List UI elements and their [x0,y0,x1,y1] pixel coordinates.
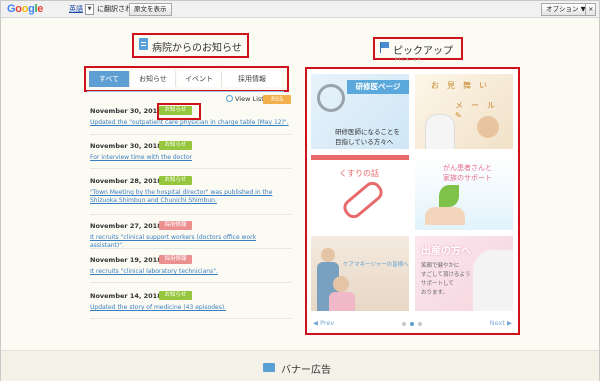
next-button[interactable]: Next ▶ [490,319,512,327]
elder-figure [329,292,355,311]
category-badge: お知らせ [159,291,192,300]
divider [90,214,292,215]
news-link[interactable]: Updated the story of medicine (43 episod… [90,304,290,312]
leaf-icon [439,185,459,207]
hand-figure [425,207,465,225]
divider [90,248,292,249]
category-badge: 採用情報 [159,221,192,230]
pager-dot[interactable] [418,322,422,326]
tab-recruitment[interactable]: 採用情報 [223,71,281,87]
pickup-title: ピックアップ [393,46,453,57]
circle-icon [226,95,233,102]
google-logo: Google [7,3,44,15]
badge-highlight [157,103,201,120]
options-button[interactable]: オプション ▼ [541,3,591,16]
visit-mail-card[interactable]: お見舞い メール✎ [415,74,513,149]
news-date: November 14, 2018 [90,292,162,300]
banner-icon [263,363,275,372]
news-section-header: 病院からのお知らせ [132,33,249,58]
category-badge: 採用情報 [159,255,192,264]
elder-head [333,276,349,292]
pager-dot[interactable] [402,322,406,326]
resident-page-card[interactable]: 研修医ページ 研修医師になることを 目指している方々へ [311,74,409,149]
tab-all[interactable]: すべて [89,71,130,87]
banner-ad-section: バナー広告 [1,350,599,381]
document-icon [139,38,148,50]
pregnant-figure [473,250,513,311]
news-date: November 30, 2018 [90,107,162,115]
tab-underline [87,91,284,92]
divider [90,282,292,283]
capsule-icon [339,178,387,222]
birth-title: 出産の方へ [421,246,471,257]
news-tabs: すべて お知らせ イベント 採用情報 [84,66,289,92]
pickup-pager: ◀ Prev Next ▶ [307,316,518,331]
cancer-text: がん患者さんと 家族のサポート [443,164,492,182]
news-date: November 19, 2018 [90,256,162,264]
translate-bar: Google 英語 ▼ に翻訳されました 原文を表示 オプション ▼ × [1,1,599,18]
news-link[interactable]: It recruits "clinical laboratory technic… [90,268,290,276]
medicine-story-card[interactable]: くすりの話 [311,155,409,235]
news-section-title: 病院からのお知らせ [152,43,242,54]
news-date: November 27, 2018 [90,222,162,230]
birth-card[interactable]: 出産の方へ 笑顔で健やかに すごして頂けるよう サポートして おります。 [415,236,513,311]
news-date: November 30, 2018 [90,142,162,150]
close-translate-button[interactable]: × [585,3,597,16]
divider [90,134,292,135]
category-badge: お知らせ [159,176,192,185]
resident-text: 研修医師になることを 目指している方々へ [335,128,400,146]
show-original-button[interactable]: 原文を表示 [129,3,172,16]
news-link[interactable]: For interview time with the doctor [90,154,290,162]
tab-events[interactable]: イベント [177,71,222,87]
care-manager-label: ケアマネージャーの皆様へ [343,262,409,268]
divider [90,318,292,319]
pickup-subtitle: PICK UP [395,57,422,63]
care-manager-card[interactable]: ケアマネージャーの皆様へ [311,236,409,311]
news-link[interactable]: "Town Meeting by the hospital director" … [90,189,290,205]
source-language-link[interactable]: 英語 [69,4,83,14]
birth-text: 笑顔で健やかに すごして頂けるよう サポートして おります。 [421,263,471,296]
news-link[interactable]: Updated the "outpatient care physician i… [90,119,290,127]
cancer-support-card[interactable]: がん患者さんと 家族のサポート [415,155,513,230]
stethoscope-icon [317,84,345,112]
news-date: November 28, 2018 [90,177,162,185]
rss-button[interactable]: RSS [263,95,291,104]
language-dropdown[interactable]: ▼ [85,4,94,15]
prev-button[interactable]: ◀ Prev [313,319,334,327]
category-badge: お知らせ [159,141,192,150]
medicine-title: くすりの話 [339,169,379,178]
pager-dot-active[interactable] [410,322,414,326]
doctor-figure [425,114,455,149]
flag-icon [380,42,389,53]
visit-title: お見舞い [431,81,495,90]
visit-subtitle: メール✎ [455,101,503,120]
resident-banner: 研修医ページ [347,80,409,94]
pickup-panel: 研修医ページ 研修医師になることを 目指している方々へ お見舞い メール✎ くす… [305,67,520,335]
banner-ad-title: バナー広告 [281,365,331,376]
view-list-link[interactable]: View List [226,95,264,103]
caregiver-head [321,248,335,262]
tab-news[interactable]: お知らせ [131,71,176,87]
divider [90,168,292,169]
